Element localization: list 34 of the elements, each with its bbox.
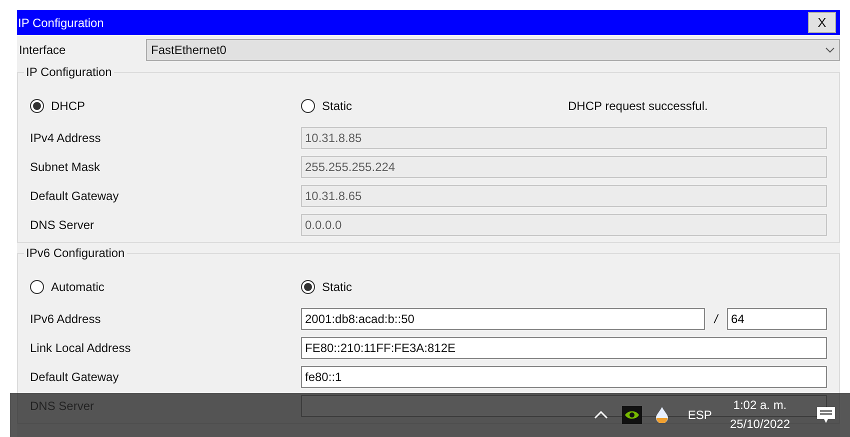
radio-button[interactable] [301, 280, 315, 294]
group-title: IP Configuration [25, 64, 113, 81]
group-title: IPv6 Configuration [25, 245, 126, 262]
window-title: IP Configuration [18, 14, 104, 32]
status-message: DHCP request successful. [568, 98, 709, 115]
eye-icon[interactable] [622, 406, 642, 424]
field-label: DNS Server [30, 217, 96, 234]
text-field[interactable]: fe80::1 [301, 366, 827, 388]
close-button[interactable]: X [808, 12, 836, 33]
interface-dropdown[interactable]: FastEthernet0 [146, 39, 840, 61]
field-label: Default Gateway [30, 188, 120, 205]
prefix-separator: / [712, 311, 720, 328]
notification-icon[interactable] [816, 406, 836, 424]
clock[interactable]: 1:02 a. m. 25/10/2022 [730, 396, 790, 434]
radio-label[interactable]: Static [322, 278, 352, 296]
text-field[interactable]: 2001:db8:acad:b::50 [301, 308, 705, 330]
interface-label: Interface [18, 42, 67, 59]
drop-icon[interactable] [656, 407, 668, 423]
radio-button[interactable] [30, 99, 44, 113]
language-indicator[interactable]: ESP [688, 406, 712, 424]
field-label: IPv4 Address [30, 130, 102, 147]
chevron-down-icon [825, 47, 835, 53]
field-label: Subnet Mask [30, 159, 102, 176]
field-label: Link Local Address [30, 340, 132, 357]
chevron-up-icon[interactable] [594, 411, 608, 419]
radio-label[interactable]: Automatic [51, 278, 104, 296]
radio-label[interactable]: DHCP [51, 97, 86, 115]
field-label: Default Gateway [30, 369, 120, 386]
prefix-field[interactable]: 64 [727, 308, 827, 330]
radio-button[interactable] [301, 99, 315, 113]
radio-button[interactable] [30, 280, 44, 294]
radio-label[interactable]: Static [322, 97, 352, 115]
text-field[interactable]: FE80::210:11FF:FE3A:812E [301, 337, 827, 359]
field-label: IPv6 Address [30, 311, 102, 328]
